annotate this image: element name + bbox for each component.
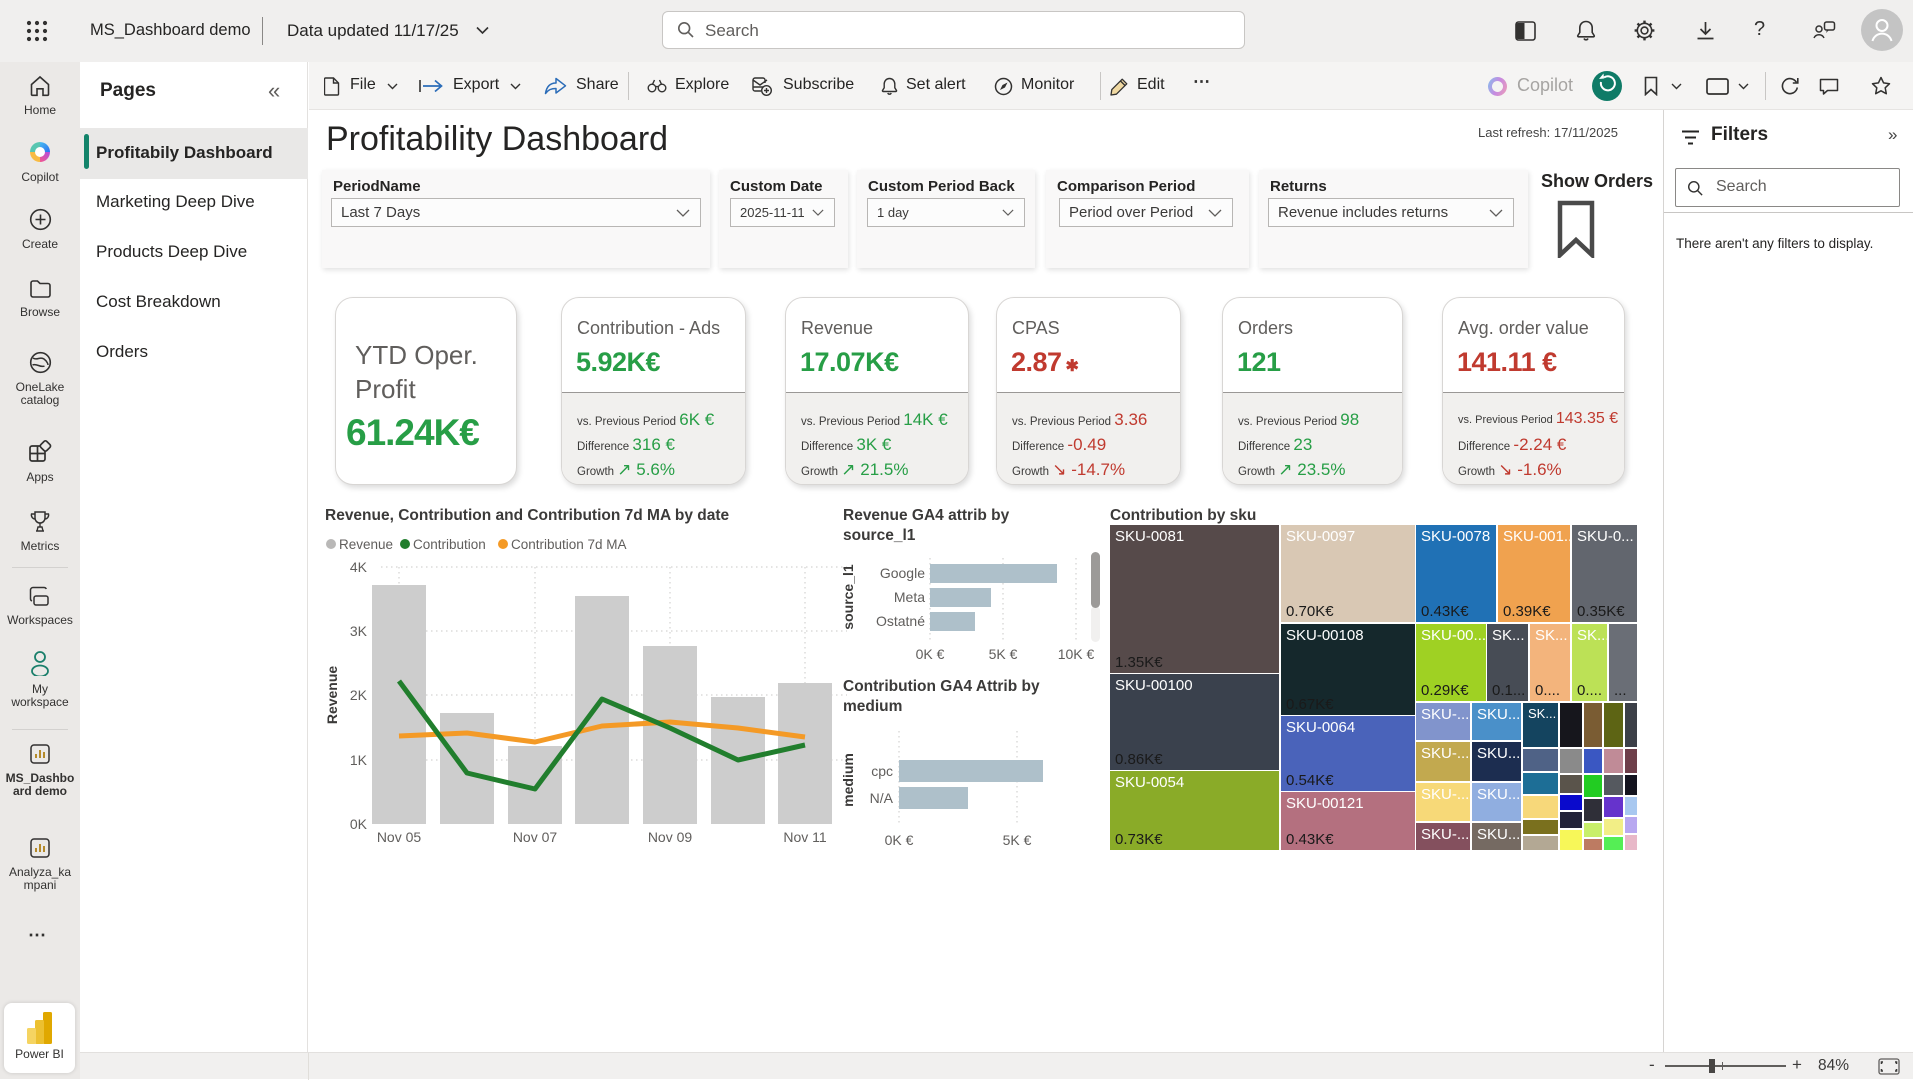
svg-text:10K €: 10K € bbox=[1058, 646, 1095, 662]
svg-text:Nov 07: Nov 07 bbox=[513, 829, 558, 845]
svg-text:3K: 3K bbox=[350, 623, 368, 639]
svg-text:1K: 1K bbox=[350, 752, 368, 768]
svg-text:Revenue: Revenue bbox=[339, 537, 393, 552]
svg-text:source_l1: source_l1 bbox=[840, 564, 856, 630]
svg-text:Revenue, Contribution and Cont: Revenue, Contribution and Contribution 7… bbox=[325, 507, 730, 524]
svg-text:4K: 4K bbox=[350, 559, 368, 575]
svg-text:0K €: 0K € bbox=[885, 832, 914, 848]
svg-text:Meta: Meta bbox=[894, 589, 925, 605]
svg-text:Revenue: Revenue bbox=[324, 666, 340, 725]
svg-text:medium: medium bbox=[843, 698, 902, 715]
svg-text:cpc: cpc bbox=[871, 763, 893, 779]
svg-text:Google: Google bbox=[880, 565, 925, 581]
svg-text:source_l1: source_l1 bbox=[843, 527, 916, 544]
svg-text:Contribution GA4 Attrib by: Contribution GA4 Attrib by bbox=[843, 678, 1040, 695]
svg-text:Contribution 7d MA: Contribution 7d MA bbox=[511, 537, 627, 552]
svg-text:Nov 09: Nov 09 bbox=[648, 829, 693, 845]
svg-text:5K €: 5K € bbox=[989, 646, 1018, 662]
svg-text:Contribution: Contribution bbox=[413, 537, 486, 552]
svg-text:Nov 05: Nov 05 bbox=[377, 829, 422, 845]
svg-text:Revenue GA4 attrib by: Revenue GA4 attrib by bbox=[843, 507, 1010, 524]
svg-text:5K €: 5K € bbox=[1003, 832, 1032, 848]
svg-text:0K €: 0K € bbox=[916, 646, 945, 662]
svg-text:Ostatné: Ostatné bbox=[876, 613, 925, 629]
svg-text:0K: 0K bbox=[350, 816, 368, 832]
svg-text:Nov 11: Nov 11 bbox=[783, 829, 827, 845]
svg-text:medium: medium bbox=[840, 753, 856, 807]
svg-text:N/A: N/A bbox=[870, 790, 894, 806]
svg-text:2K: 2K bbox=[350, 687, 368, 703]
